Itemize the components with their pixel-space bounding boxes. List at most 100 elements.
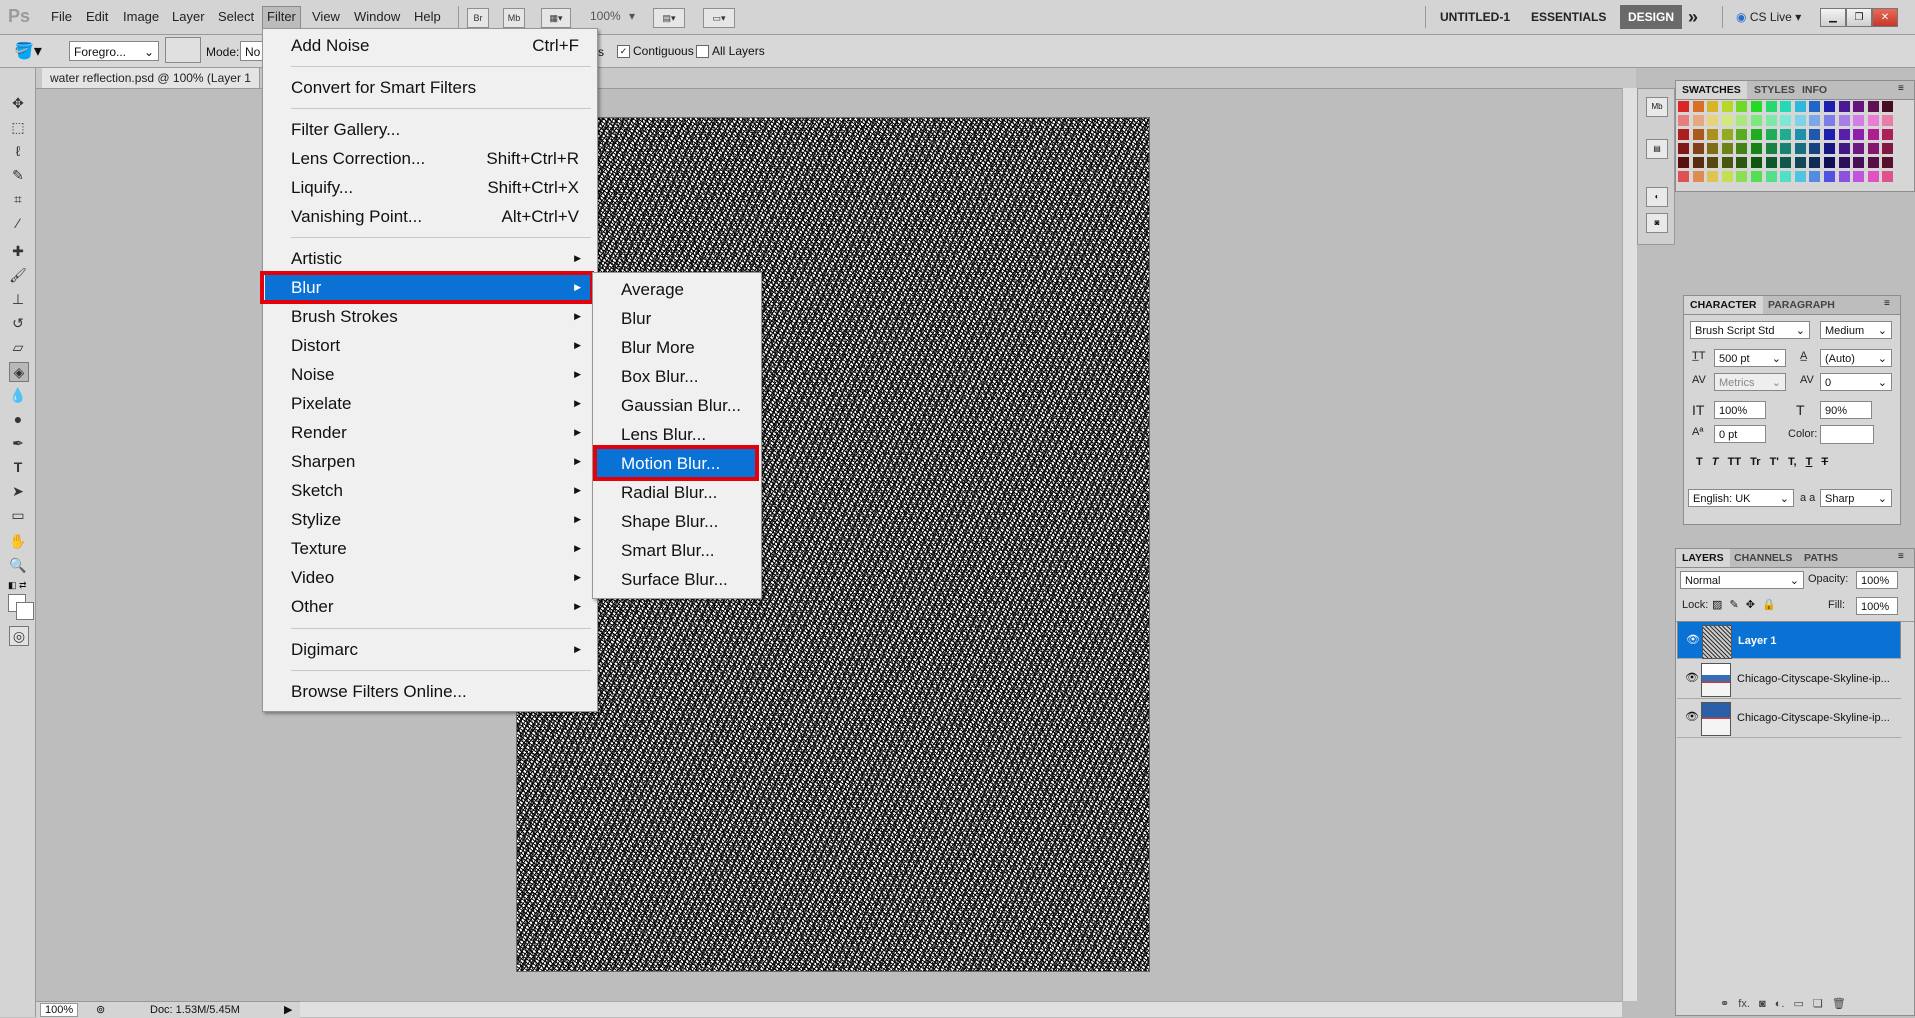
menu-convert-smart-filters[interactable]: Convert for Smart Filters — [265, 73, 591, 102]
menu-image[interactable]: Image — [119, 6, 163, 28]
color-swatch[interactable] — [1809, 157, 1821, 168]
fill-source-select[interactable]: Foregro... ⌄ — [69, 41, 159, 61]
color-swatch[interactable] — [1809, 129, 1821, 140]
all-layers-checkbox[interactable]: All Layers — [696, 44, 765, 59]
menu-file[interactable]: File — [47, 6, 76, 28]
background-color-swatch[interactable] — [16, 602, 34, 620]
color-swatch[interactable] — [1780, 157, 1792, 168]
panel-menu-icon[interactable]: ≡ — [1884, 298, 1890, 309]
color-swatch[interactable] — [1780, 129, 1792, 140]
color-swatch[interactable] — [1765, 143, 1777, 154]
font-style-select[interactable]: Medium ⌄ — [1820, 321, 1892, 339]
lock-all-icon[interactable]: 🔒 — [1762, 599, 1776, 611]
eraser-tool-icon[interactable]: ▱ — [9, 338, 27, 356]
layer-row[interactable]: 👁 Layer 1 — [1677, 621, 1901, 659]
dodge-tool-icon[interactable]: ● — [9, 410, 27, 428]
menu-digimarc[interactable]: Digimarc ▶ — [265, 635, 591, 664]
color-swatch[interactable] — [1882, 129, 1894, 140]
color-swatch[interactable] — [1838, 101, 1850, 112]
color-swatch[interactable] — [1721, 157, 1733, 168]
baseline-shift-field[interactable]: 0 pt — [1714, 425, 1766, 443]
color-swatch[interactable] — [1809, 101, 1821, 112]
menu-sharpen[interactable]: Sharpen ▶ — [265, 447, 591, 476]
color-swatch[interactable] — [1824, 129, 1835, 140]
swatch-grid[interactable] — [1678, 101, 1898, 187]
color-swatch[interactable] — [1707, 171, 1719, 182]
color-swatch[interactable] — [1736, 171, 1748, 182]
shape-tool-icon[interactable]: ▭ — [9, 506, 27, 524]
color-swatch[interactable] — [1678, 129, 1689, 140]
color-swatch[interactable] — [1882, 171, 1894, 182]
link-layers-icon[interactable]: ⚭ — [1720, 998, 1729, 1010]
menu-stylize[interactable]: Stylize ▶ — [265, 505, 591, 534]
menu-box-blur[interactable]: Box Blur... — [595, 362, 757, 391]
color-swatch[interactable] — [1765, 129, 1777, 140]
history-brush-tool-icon[interactable]: ↺ — [9, 314, 27, 332]
menu-noise[interactable]: Noise ▶ — [265, 360, 591, 389]
new-group-icon[interactable]: ▭ — [1793, 998, 1803, 1010]
color-swatch[interactable] — [1736, 143, 1748, 154]
new-layer-icon[interactable]: ❏ — [1813, 998, 1823, 1010]
tab-paths[interactable]: PATHS — [1798, 549, 1844, 567]
subscript-button[interactable]: T, — [1788, 456, 1797, 468]
tab-info[interactable]: INFO — [1796, 81, 1833, 99]
blend-mode-select[interactable]: Normal ⌄ — [1680, 571, 1804, 589]
faux-bold-button[interactable]: T — [1696, 456, 1703, 468]
menu-distort[interactable]: Distort ▶ — [265, 331, 591, 360]
menu-blur-basic[interactable]: Blur — [595, 304, 757, 333]
layer-name[interactable]: Chicago-Cityscape-Skyline-ip... — [1737, 699, 1890, 737]
clone-stamp-tool-icon[interactable]: ⊥ — [9, 290, 27, 308]
zoom-level[interactable]: 100% — [590, 9, 621, 23]
color-swatch[interactable] — [1853, 157, 1865, 168]
color-swatch[interactable] — [1794, 171, 1806, 182]
color-swatch[interactable] — [1721, 115, 1733, 126]
quick-mask-icon[interactable]: ◎ — [9, 626, 29, 646]
path-selection-tool-icon[interactable]: ➤ — [9, 482, 27, 500]
color-swatch[interactable] — [1853, 143, 1865, 154]
menu-vanishing-point[interactable]: Vanishing Point... Alt+Ctrl+V — [265, 202, 591, 231]
color-swatch[interactable] — [1751, 129, 1762, 140]
visibility-eye-icon[interactable]: 👁 — [1686, 634, 1700, 646]
document-tab[interactable]: water reflection.psd @ 100% (Layer 1 — [42, 68, 260, 88]
color-swatch[interactable] — [1707, 129, 1719, 140]
menu-render[interactable]: Render ▶ — [265, 418, 591, 447]
paint-bucket-tool-icon[interactable]: ◈ — [9, 362, 29, 382]
color-swatch[interactable] — [1780, 143, 1792, 154]
visibility-eye-icon[interactable]: 👁 — [1685, 711, 1699, 723]
color-swatch[interactable] — [1765, 157, 1777, 168]
color-swatch[interactable] — [1736, 129, 1748, 140]
workspace-untitled[interactable]: UNTITLED-1 — [1440, 6, 1510, 28]
font-family-select[interactable]: Brush Script Std ⌄ — [1690, 321, 1810, 339]
color-swatch[interactable] — [1867, 129, 1879, 140]
menu-blur-more[interactable]: Blur More — [595, 333, 757, 362]
color-swatch[interactable] — [1751, 157, 1762, 168]
menu-edit[interactable]: Edit — [82, 6, 112, 28]
view-extras-icon[interactable]: ▦▾ — [541, 8, 571, 28]
mode-select[interactable]: No — [240, 41, 264, 61]
move-tool-icon[interactable]: ✥ — [9, 94, 27, 112]
color-swatch[interactable] — [1765, 101, 1777, 112]
lock-image-icon[interactable]: ✎ — [1729, 599, 1738, 611]
lock-icons[interactable]: ▨ ✎ ✥ 🔒 — [1712, 598, 1776, 611]
menu-help[interactable]: Help — [410, 6, 445, 28]
color-swatch[interactable] — [1809, 171, 1821, 182]
color-swatch[interactable] — [1882, 143, 1894, 154]
menu-artistic[interactable]: Artistic ▶ — [265, 244, 591, 273]
menu-pixelate[interactable]: Pixelate ▶ — [265, 389, 591, 418]
color-swatch[interactable] — [1824, 171, 1835, 182]
menu-view[interactable]: View — [308, 6, 344, 28]
color-swatch[interactable] — [1794, 143, 1806, 154]
color-swatch[interactable] — [1736, 157, 1748, 168]
menu-select[interactable]: Select — [214, 6, 258, 28]
color-swatch[interactable] — [1838, 157, 1850, 168]
color-swatch[interactable] — [1838, 129, 1850, 140]
cs-live-menu[interactable]: ◉ CS Live ▾ — [1736, 6, 1801, 28]
color-swatch[interactable] — [1736, 115, 1748, 126]
vertical-scrollbar[interactable] — [1622, 88, 1637, 1001]
text-style-buttons[interactable]: T T TT Tr T' T, T T — [1696, 456, 1828, 468]
color-swatch[interactable] — [1721, 101, 1733, 112]
menu-radial-blur[interactable]: Radial Blur... — [595, 478, 757, 507]
paint-bucket-icon[interactable]: 🪣▾ — [14, 41, 42, 61]
eyedropper-tool-icon[interactable]: ⁄ — [9, 214, 27, 232]
tab-paragraph[interactable]: PARAGRAPH — [1762, 296, 1841, 314]
